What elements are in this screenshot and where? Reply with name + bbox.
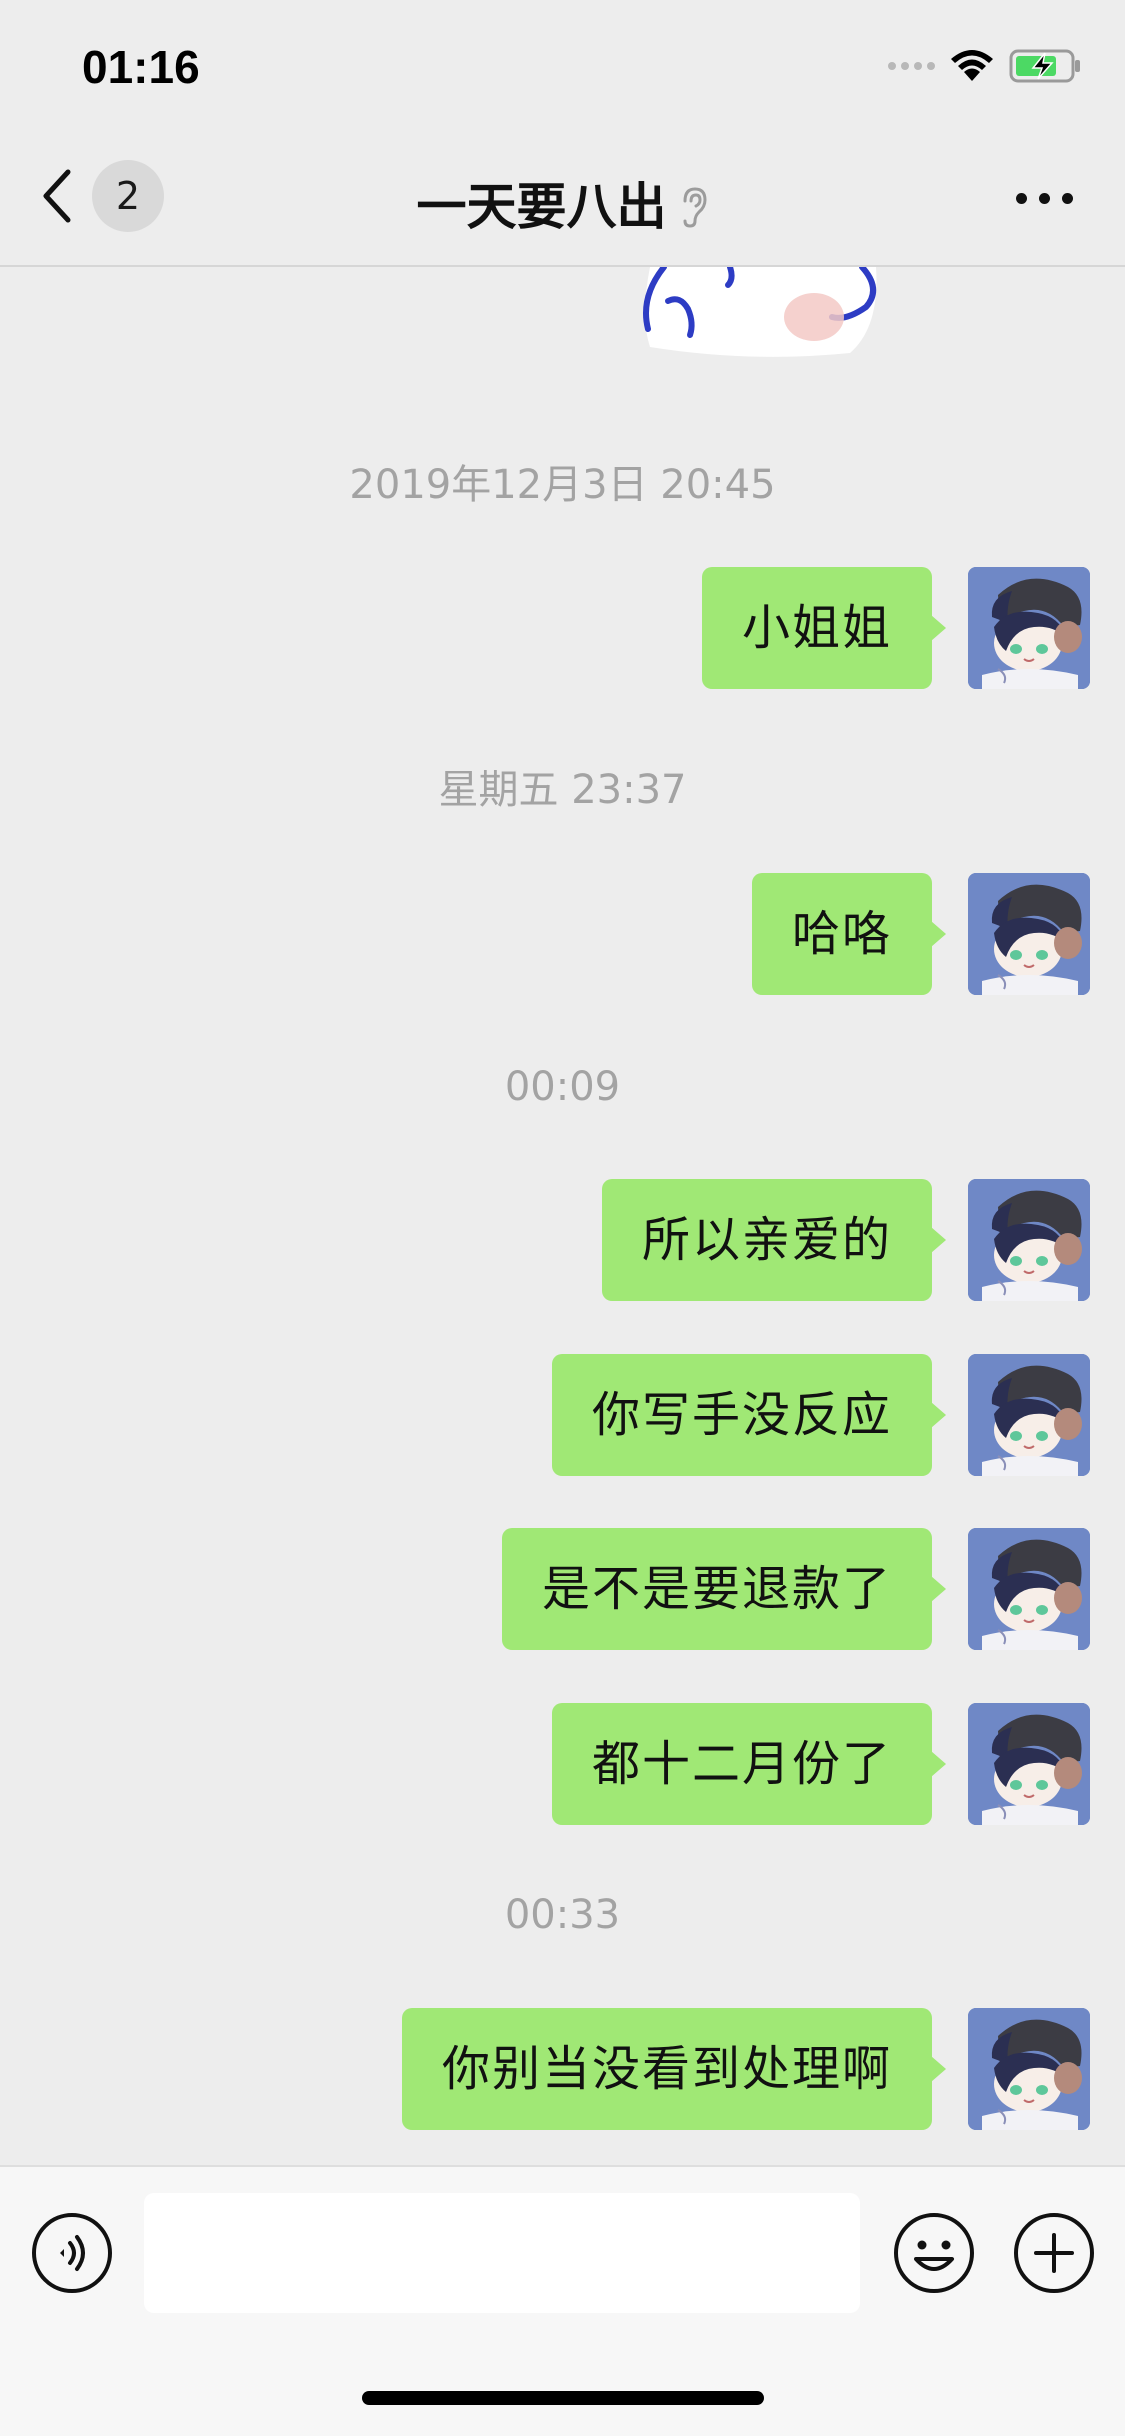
cellular-signal-icon xyxy=(888,62,935,70)
message-bubble[interactable]: 都十二月份了 xyxy=(551,1703,947,1825)
status-time: 01:16 xyxy=(82,41,200,93)
message-row: 是不是要退款了 xyxy=(501,1528,1090,1650)
unread-count-badge: 2 xyxy=(92,160,164,232)
emoji-button[interactable] xyxy=(892,2211,976,2299)
home-indicator xyxy=(362,2391,764,2405)
message-bubble[interactable]: 所以亲爱的 xyxy=(601,1179,947,1301)
message-input[interactable] xyxy=(144,2193,860,2313)
voice-input-button[interactable] xyxy=(30,2211,114,2299)
timestamp: 2019年12月3日 20:45 xyxy=(349,462,776,508)
nav-bar: 2 一天要八出 xyxy=(0,140,1125,267)
page-title: 一天要八出 xyxy=(416,177,667,236)
message-row: 所以亲爱的 xyxy=(601,1179,1090,1301)
more-options-button[interactable] xyxy=(1016,193,1073,204)
message-bubble[interactable]: 哈咯 xyxy=(751,873,947,995)
message-row: 你别当没看到处理啊 xyxy=(401,2008,1090,2130)
smiley-icon xyxy=(894,2213,974,2293)
avatar[interactable] xyxy=(968,2008,1090,2130)
avatar[interactable] xyxy=(968,873,1090,995)
avatar[interactable] xyxy=(968,1528,1090,1650)
avatar[interactable] xyxy=(968,1354,1090,1476)
status-icons xyxy=(888,48,1083,84)
message-row: 小姐姐 xyxy=(701,567,1090,689)
message-row: 哈咯 xyxy=(751,873,1090,995)
nav-title-group: 一天要八出 xyxy=(0,140,1125,265)
message-bubble[interactable]: 是不是要退款了 xyxy=(501,1528,947,1650)
battery-charging-icon xyxy=(1009,49,1080,83)
avatar[interactable] xyxy=(968,1703,1090,1825)
sticker-image xyxy=(643,267,877,357)
message-list[interactable]: 2019年12月3日 20:45 小姐姐 星期五 23:37 哈咯 00:09 … xyxy=(0,267,1125,2165)
chevron-left-icon xyxy=(43,169,71,223)
input-bar xyxy=(0,2165,1125,2436)
plus-icon xyxy=(1014,2213,1094,2293)
message-row: 都十二月份了 xyxy=(551,1703,1090,1825)
timestamp: 00:09 xyxy=(504,1064,621,1110)
message-bubble[interactable]: 你别当没看到处理啊 xyxy=(401,2008,947,2130)
message-bubble[interactable]: 小姐姐 xyxy=(701,567,947,689)
timestamp: 00:33 xyxy=(504,1892,621,1938)
wifi-icon xyxy=(951,50,993,81)
back-button[interactable]: 2 xyxy=(40,160,164,232)
earpiece-mode-icon xyxy=(683,186,707,228)
message-row: 你写手没反应 xyxy=(551,1354,1090,1476)
avatar[interactable] xyxy=(968,1179,1090,1301)
timestamp: 星期五 23:37 xyxy=(438,767,687,813)
avatar[interactable] xyxy=(968,567,1090,689)
message-bubble[interactable]: 你写手没反应 xyxy=(551,1354,947,1476)
more-functions-button[interactable] xyxy=(1012,2211,1096,2299)
chat-screen: 01:16 2 一天要八出 2019年12月3日 20:45 小姐姐 星期五 2… xyxy=(0,0,1125,2436)
voice-icon xyxy=(32,2213,112,2293)
status-bar: 01:16 xyxy=(0,0,1125,140)
